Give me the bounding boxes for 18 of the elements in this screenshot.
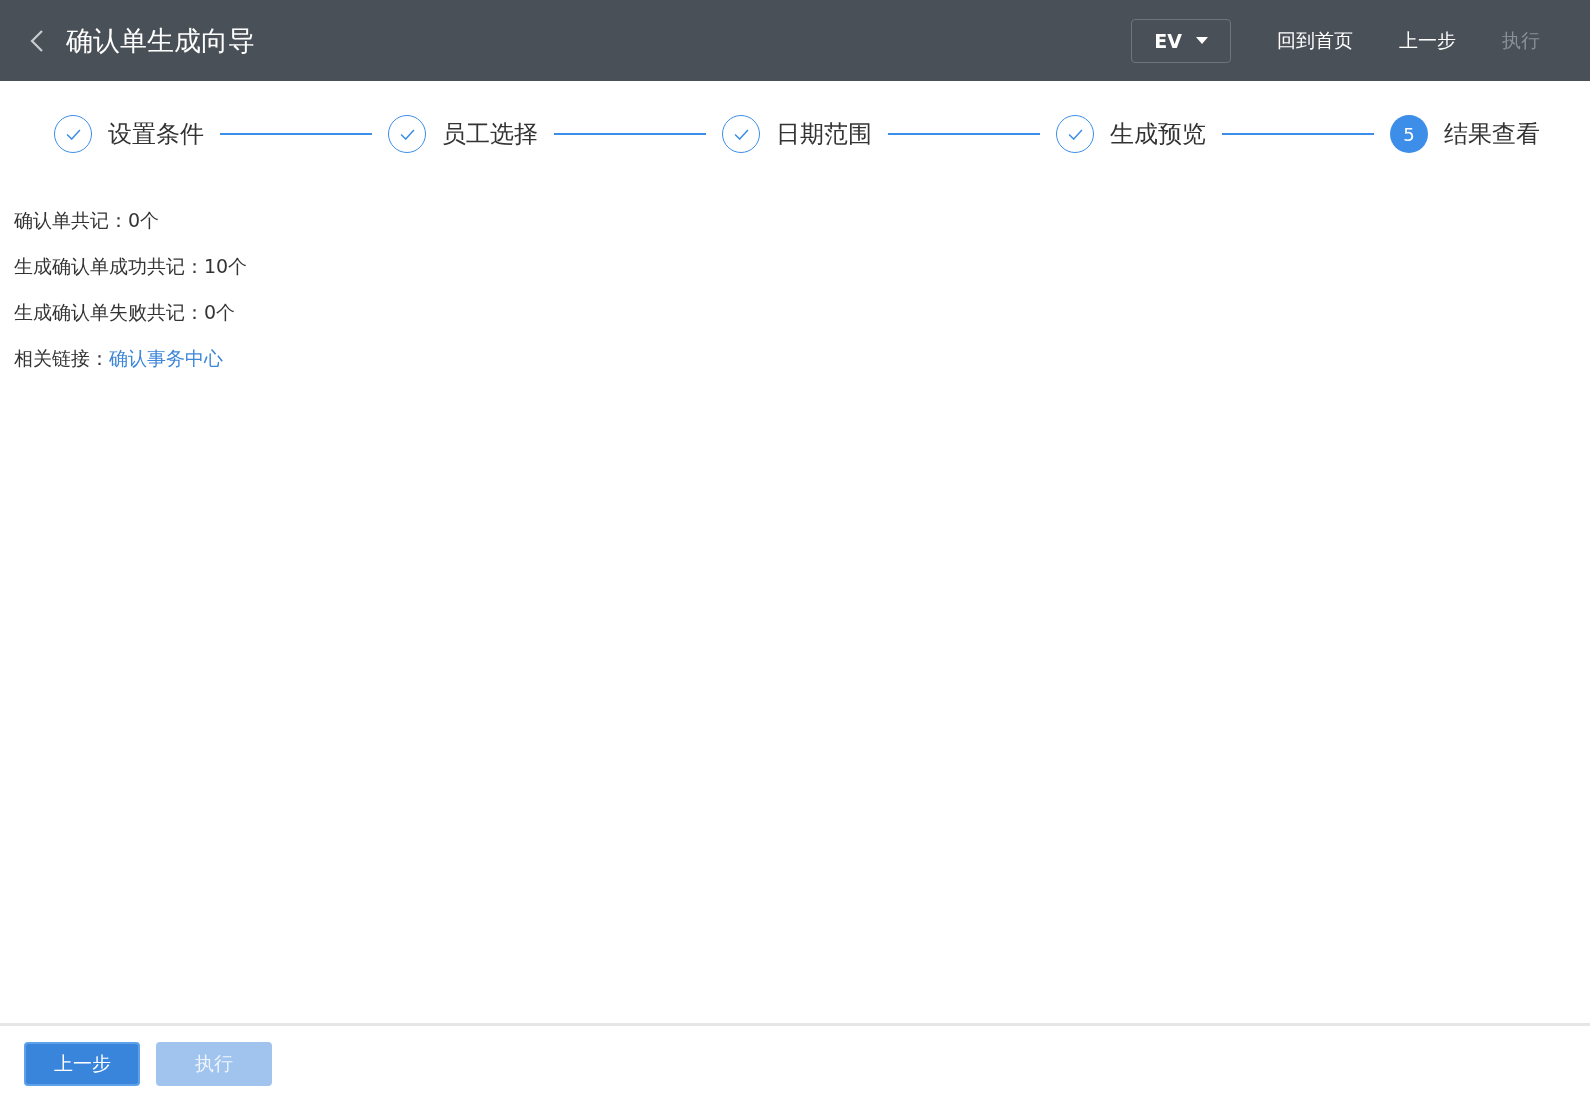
step-label: 设置条件 [108, 119, 204, 150]
header-action-button[interactable]: 上一步 [1379, 27, 1476, 54]
back-icon[interactable] [30, 28, 44, 53]
step-number: 5 [1390, 115, 1428, 153]
step-label: 生成预览 [1110, 119, 1206, 150]
link-label: 相关链接： [14, 347, 109, 369]
header-action-button[interactable]: 回到首页 [1257, 27, 1373, 54]
summary-text: 生成确认单失败共记：0个 [14, 300, 237, 325]
step-label: 日期范围 [776, 119, 872, 150]
language-dropdown[interactable]: EV [1131, 18, 1231, 63]
page-title: 确认单生成向导 [66, 23, 255, 58]
summary-text: 确认单共记：0个 [14, 208, 161, 233]
footer-button[interactable]: 上一步 [24, 1041, 140, 1086]
step-label: 员工选择 [442, 119, 538, 150]
caret-icon [1195, 37, 1208, 44]
summary-text: 生成确认单成功共记：10个 [14, 254, 249, 279]
step-label: 结果查看 [1444, 119, 1540, 150]
related-link[interactable]: 确认事务中心 [109, 347, 223, 369]
